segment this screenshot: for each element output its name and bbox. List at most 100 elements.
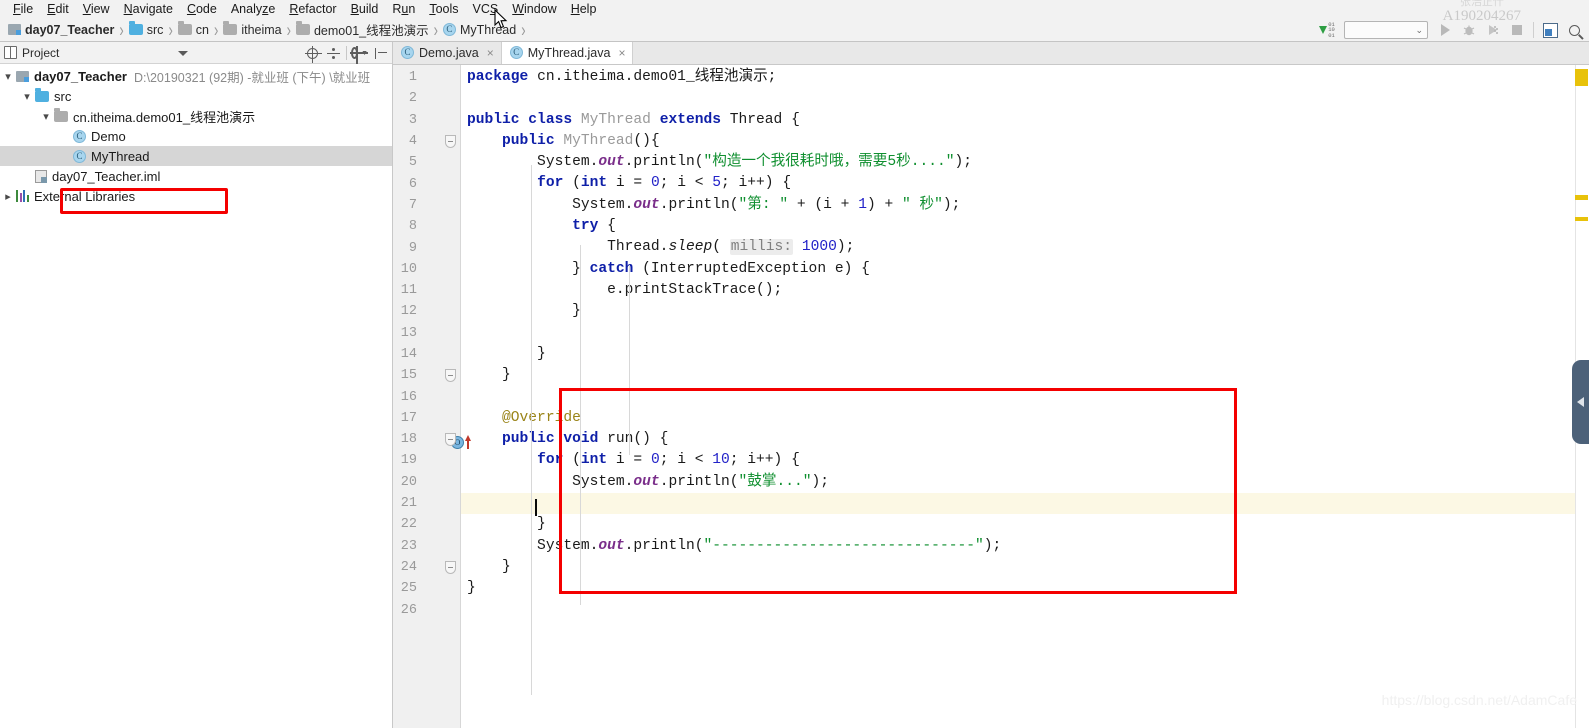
- code-line-7[interactable]: System.out.println("第: " + (i + 1) + " 秒…: [461, 195, 1589, 216]
- settings-gear-icon[interactable]: ▼: [349, 45, 369, 64]
- gutter-line-12[interactable]: 12: [393, 301, 460, 322]
- code-line-13[interactable]: [461, 323, 1589, 344]
- editor-tab-demo-java[interactable]: C Demo.java ×: [393, 42, 502, 64]
- panel-dropdown-caret-icon[interactable]: [178, 51, 188, 56]
- code-fold-icon[interactable]: [445, 134, 456, 148]
- tree-item-day07-teacher[interactable]: ▾ day07_Teacher D:\20190321 (92期) -就业班 (下午…: [0, 66, 392, 86]
- twisty-expanded-icon[interactable]: ▾: [0, 70, 16, 83]
- gutter-line-6[interactable]: 6: [393, 173, 460, 194]
- menu-item-help[interactable]: Help: [564, 1, 604, 17]
- code-line-25[interactable]: }: [461, 578, 1589, 599]
- run-with-coverage-icon[interactable]: [1482, 20, 1504, 40]
- twisty-expanded-icon[interactable]: ▾: [38, 110, 54, 123]
- code-line-8[interactable]: try {: [461, 216, 1589, 237]
- code-line-20[interactable]: System.out.println("鼓掌...");: [461, 472, 1589, 493]
- editor-tab-mythread-java[interactable]: C MyThread.java ×: [501, 42, 634, 64]
- gutter-line-11[interactable]: 11: [393, 280, 460, 301]
- gutter-line-22[interactable]: 22: [393, 514, 460, 535]
- locate-icon[interactable]: [304, 45, 322, 63]
- menu-item-analyze[interactable]: Analyze: [224, 1, 282, 17]
- gutter-line-3[interactable]: 3: [393, 110, 460, 131]
- menu-item-code[interactable]: Code: [180, 1, 224, 17]
- code-content[interactable]: package cn.itheima.demo01_线程池演示; public …: [461, 65, 1589, 728]
- tree-item-mythread[interactable]: C MyThread: [0, 146, 392, 166]
- gutter-line-17[interactable]: 17: [393, 408, 460, 429]
- tree-item-demo[interactable]: C Demo: [0, 126, 392, 146]
- menu-item-vcs[interactable]: VCS: [466, 1, 506, 17]
- breadcrumb-item-5[interactable]: C MyThread: [441, 23, 518, 37]
- code-line-3[interactable]: public class MyThread extends Thread {: [461, 110, 1589, 131]
- debug-icon[interactable]: [1458, 20, 1480, 40]
- gutter-line-19[interactable]: 19: [393, 450, 460, 471]
- gutter-line-7[interactable]: 7: [393, 195, 460, 216]
- menu-item-navigate[interactable]: Navigate: [117, 1, 180, 17]
- breadcrumb-item-2[interactable]: cn: [176, 21, 211, 37]
- search-everywhere-icon[interactable]: [1563, 20, 1585, 40]
- gutter-line-20[interactable]: 20: [393, 472, 460, 493]
- gutter-line-5[interactable]: 5: [393, 152, 460, 173]
- collapse-all-icon[interactable]: [325, 45, 342, 62]
- gutter-line-8[interactable]: 8: [393, 216, 460, 237]
- gutter-line-24[interactable]: 24: [393, 557, 460, 578]
- code-line-26[interactable]: [461, 599, 1589, 620]
- code-line-17[interactable]: @Override: [461, 408, 1589, 429]
- twisty-expanded-icon[interactable]: ▾: [19, 90, 35, 103]
- code-line-10[interactable]: } catch (InterruptedException e) {: [461, 259, 1589, 280]
- hide-panel-icon[interactable]: [372, 45, 389, 62]
- gutter-line-21[interactable]: 21: [393, 493, 460, 514]
- gutter-line-1[interactable]: 1: [393, 67, 460, 88]
- twisty-collapsed-icon[interactable]: ▸: [0, 190, 16, 203]
- code-line-2[interactable]: [461, 88, 1589, 109]
- project-panel-title[interactable]: Project: [4, 46, 59, 60]
- code-fold-icon[interactable]: [445, 433, 456, 447]
- code-line-11[interactable]: e.printStackTrace();: [461, 280, 1589, 301]
- scroll-warning-marker[interactable]: [1575, 69, 1588, 86]
- menu-item-edit[interactable]: Edit: [40, 1, 76, 17]
- tree-item-cn-itheima-demo01-[interactable]: ▾ cn.itheima.demo01_线程池演示: [0, 106, 392, 126]
- close-icon[interactable]: ×: [487, 46, 494, 60]
- right-tool-rail-toggle[interactable]: [1572, 360, 1589, 444]
- code-line-4[interactable]: public MyThread(){: [461, 131, 1589, 152]
- breadcrumb-item-3[interactable]: itheima: [221, 21, 283, 37]
- code-line-14[interactable]: }: [461, 344, 1589, 365]
- code-line-9[interactable]: Thread.sleep( millis: 1000);: [461, 237, 1589, 258]
- menu-item-file[interactable]: File: [6, 1, 40, 17]
- gutter-line-13[interactable]: 13: [393, 323, 460, 344]
- code-line-15[interactable]: }: [461, 365, 1589, 386]
- scroll-warning-marker[interactable]: [1575, 195, 1588, 200]
- gutter-line-16[interactable]: 16: [393, 386, 460, 407]
- gutter-line-4[interactable]: 4: [393, 131, 460, 152]
- run-icon[interactable]: [1434, 20, 1456, 40]
- code-line-16[interactable]: [461, 386, 1589, 407]
- tree-item-external-libraries[interactable]: ▸ External Libraries: [0, 186, 392, 206]
- gutter-line-10[interactable]: 10: [393, 259, 460, 280]
- gutter-line-23[interactable]: 23: [393, 536, 460, 557]
- code-line-24[interactable]: }: [461, 557, 1589, 578]
- code-line-6[interactable]: for (int i = 0; i < 5; i++) {: [461, 173, 1589, 194]
- menu-item-window[interactable]: Window: [505, 1, 563, 17]
- scroll-warning-marker[interactable]: [1575, 217, 1588, 221]
- code-line-12[interactable]: }: [461, 301, 1589, 322]
- menu-item-run[interactable]: Run: [385, 1, 422, 17]
- gutter-line-15[interactable]: 15: [393, 365, 460, 386]
- menu-item-tools[interactable]: Tools: [422, 1, 465, 17]
- breadcrumb-item-1[interactable]: src: [127, 21, 166, 37]
- tree-item-src[interactable]: ▾ src: [0, 86, 392, 106]
- gutter-line-25[interactable]: 25: [393, 578, 460, 599]
- code-line-21[interactable]: [461, 492, 1589, 515]
- code-line-19[interactable]: for (int i = 0; i < 10; i++) {: [461, 450, 1589, 471]
- code-fold-icon[interactable]: [445, 560, 456, 574]
- gutter-line-26[interactable]: 26: [393, 599, 460, 620]
- sort-bits-icon[interactable]: 01 10 01: [1316, 20, 1338, 40]
- code-line-18[interactable]: public void run() {: [461, 429, 1589, 450]
- gutter-line-14[interactable]: 14: [393, 344, 460, 365]
- close-icon[interactable]: ×: [618, 46, 625, 60]
- stop-icon[interactable]: [1506, 20, 1528, 40]
- gutter-line-18[interactable]: 18 O: [393, 429, 471, 450]
- editor-gutter[interactable]: 1 2 3 4 5 6 7 8 9 10 11 12 13 14 15 16 17 18 O 19 20 21 22 23 24…: [393, 65, 471, 728]
- code-line-22[interactable]: }: [461, 514, 1589, 535]
- code-fold-icon[interactable]: [445, 369, 456, 383]
- tree-item-day07-teacher-iml[interactable]: day07_Teacher.iml: [0, 166, 392, 186]
- menu-item-refactor[interactable]: Refactor: [282, 1, 343, 17]
- code-line-5[interactable]: System.out.println("构造一个我很耗时哦，需要5秒....")…: [461, 152, 1589, 173]
